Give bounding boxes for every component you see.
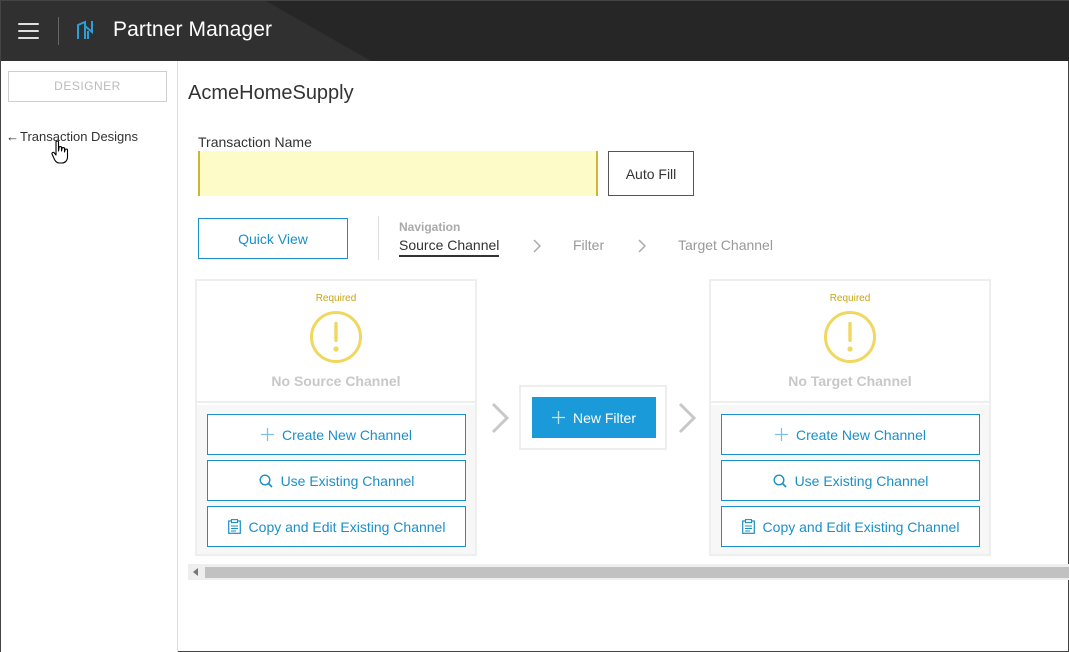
- plus-icon: [551, 411, 565, 424]
- target-actions: Create New Channel Use Existing Channel …: [711, 405, 989, 554]
- transaction-name-input[interactable]: [198, 151, 598, 196]
- target-channel-panel: Required No Target Channel Create New Ch…: [709, 279, 991, 556]
- required-label: Required: [315, 293, 357, 304]
- button-label: Use Existing Channel: [794, 472, 929, 489]
- search-icon: [259, 473, 273, 488]
- chevron-right-icon: [638, 239, 646, 253]
- horizontal-scrollbar[interactable]: [188, 564, 1069, 580]
- clipboard-icon: [227, 519, 241, 534]
- plus-icon: [775, 428, 789, 441]
- copy-edit-source-channel-button[interactable]: Copy and Edit Existing Channel: [207, 506, 466, 547]
- no-source-channel-text: No Source Channel: [271, 373, 401, 389]
- search-icon: [773, 473, 787, 488]
- create-new-target-channel-button[interactable]: Create New Channel: [721, 414, 980, 455]
- scrollbar-thumb[interactable]: [205, 567, 1069, 578]
- required-label: Required: [829, 293, 871, 304]
- transaction-name-label: Transaction Name: [198, 134, 312, 150]
- back-arrow-icon: ←: [6, 129, 19, 144]
- source-channel-panel: Required No Source Channel Create New Ch…: [195, 279, 477, 556]
- hand-cursor-icon: [51, 140, 69, 164]
- copy-edit-target-channel-button[interactable]: Copy and Edit Existing Channel: [721, 506, 980, 547]
- chevron-right-icon: [678, 402, 697, 434]
- warning-icon: [310, 311, 362, 363]
- transaction-designs-back-link[interactable]: ←Transaction Designs: [6, 129, 138, 144]
- chevron-right-icon: [491, 402, 510, 434]
- filter-panel: New Filter: [519, 385, 667, 450]
- scroll-left-arrow-icon[interactable]: [188, 564, 204, 580]
- button-label: Copy and Edit Existing Channel: [248, 518, 446, 535]
- target-status-area: Required No Target Channel: [711, 281, 989, 403]
- app-window: Partner Manager DESIGNER ←Transaction De…: [0, 0, 1069, 652]
- source-actions: Create New Channel Use Existing Channel …: [197, 405, 475, 554]
- clipboard-icon: [741, 519, 755, 534]
- auto-fill-button[interactable]: Auto Fill: [608, 151, 694, 196]
- app-title: Partner Manager: [113, 18, 273, 41]
- chevron-right-icon: [533, 239, 541, 253]
- navigation-label: Navigation: [399, 220, 461, 234]
- nav-source-channel[interactable]: Source Channel: [399, 237, 500, 257]
- warning-icon: [824, 311, 876, 363]
- page-title: AcmeHomeSupply: [188, 82, 354, 104]
- use-existing-source-channel-button[interactable]: Use Existing Channel: [207, 460, 466, 501]
- button-label: Create New Channel: [282, 426, 412, 443]
- no-target-channel-text: No Target Channel: [788, 373, 912, 389]
- button-label: Copy and Edit Existing Channel: [762, 518, 960, 535]
- designer-button[interactable]: DESIGNER: [8, 71, 167, 102]
- plus-icon: [261, 428, 275, 441]
- use-existing-target-channel-button[interactable]: Use Existing Channel: [721, 460, 980, 501]
- create-new-source-channel-button[interactable]: Create New Channel: [207, 414, 466, 455]
- header-divider: [58, 17, 59, 45]
- quick-view-button[interactable]: Quick View: [198, 218, 348, 259]
- button-label: Use Existing Channel: [280, 472, 415, 489]
- source-status-area: Required No Source Channel: [197, 281, 475, 403]
- new-filter-button[interactable]: New Filter: [532, 397, 656, 438]
- top-header-bar: Partner Manager: [1, 1, 1069, 61]
- hamburger-menu-icon[interactable]: [18, 23, 39, 39]
- sidebar: DESIGNER ←Transaction Designs: [1, 61, 178, 652]
- back-link-label: Transaction Designs: [20, 129, 139, 144]
- navigation-divider: [378, 216, 379, 260]
- nav-target-channel[interactable]: Target Channel: [678, 237, 773, 253]
- nav-filter[interactable]: Filter: [573, 237, 604, 253]
- partner-manager-logo-icon: [77, 20, 93, 39]
- button-label: New Filter: [572, 409, 636, 426]
- button-label: Create New Channel: [796, 426, 926, 443]
